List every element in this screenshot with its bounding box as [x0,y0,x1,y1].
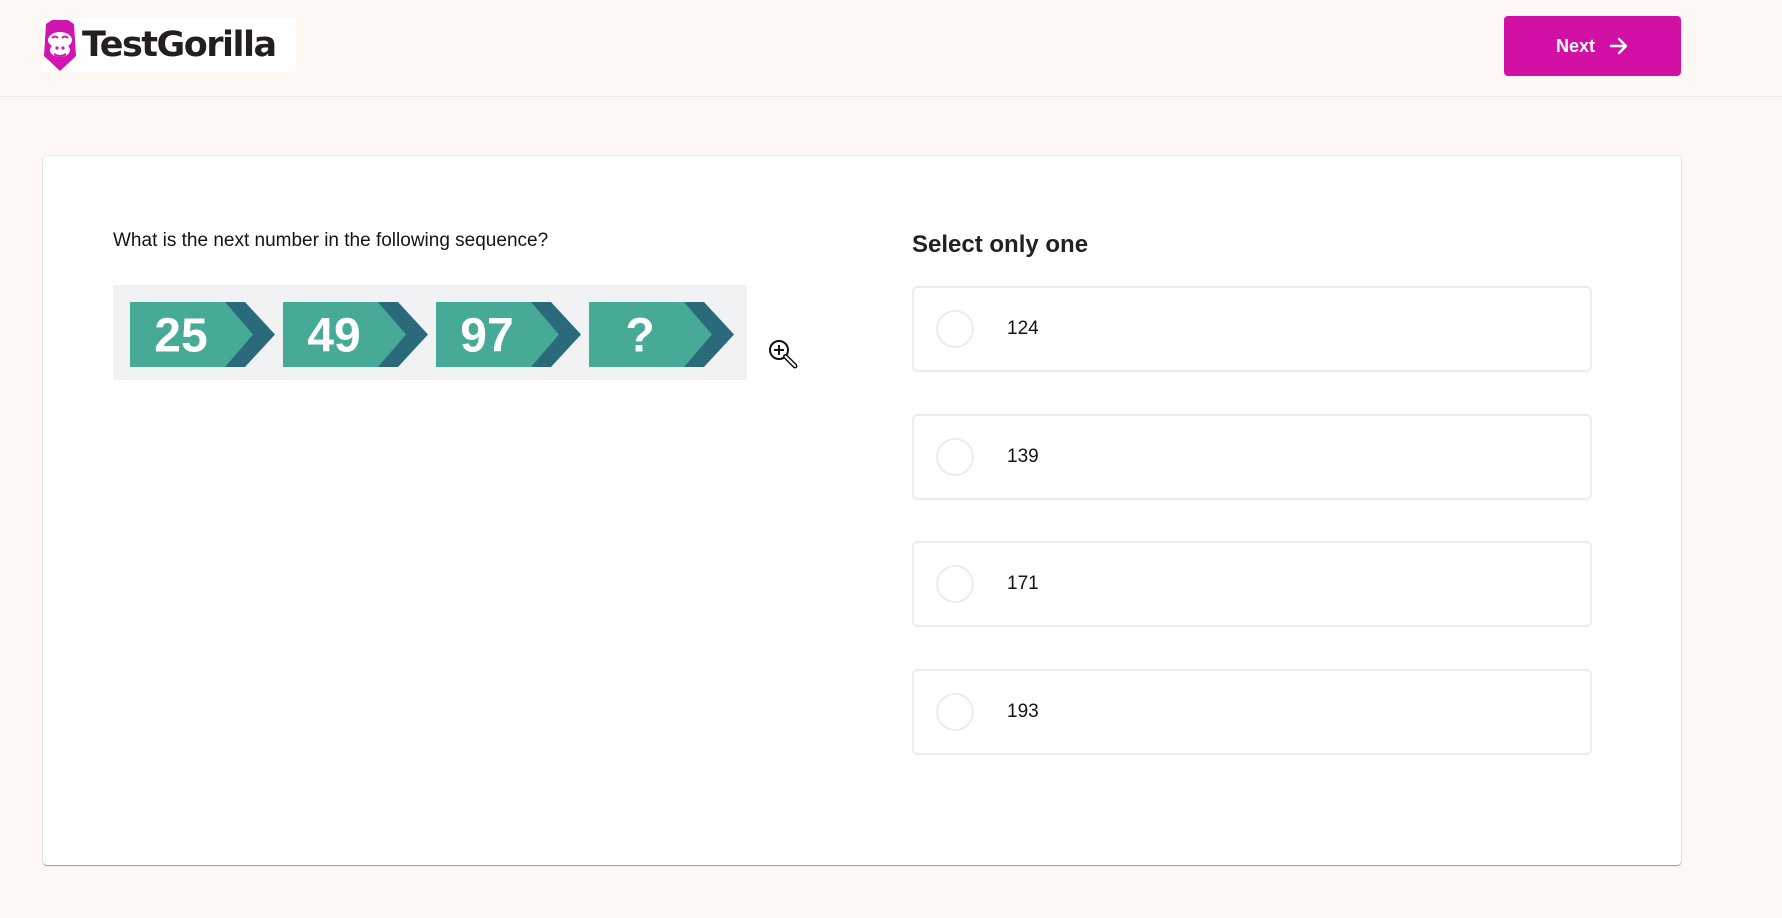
question-prompt: What is the next number in the following… [113,230,549,251]
sequence-item: 49 [283,302,428,367]
radio-button[interactable] [936,438,974,476]
top-header: TestGorilla Next [0,0,1782,97]
sequence-item: ? [589,302,734,367]
sequence-graphic: 25 49 97? [130,302,734,367]
answer-option[interactable]: 139 [912,414,1592,500]
sequence-image: 25 49 97? [113,285,747,380]
radio-button[interactable] [936,565,974,603]
radio-button[interactable] [936,310,974,348]
answer-instructions: Select only one [912,231,1089,258]
answer-option[interactable]: 124 [912,286,1592,372]
answer-option-label: 171 [1007,573,1039,594]
sequence-item: 25 [130,302,275,367]
answer-option[interactable]: 193 [912,669,1592,755]
next-button-label: Next [1555,35,1595,56]
question-card: What is the next number in the following… [43,156,1681,865]
answer-option-label: 139 [1007,446,1039,467]
sequence-value: ? [625,310,654,363]
sequence-value: 49 [307,310,360,363]
next-button[interactable]: Next [1504,16,1681,76]
sequence-value: 25 [154,310,207,363]
testgorilla-logo: TestGorilla [42,18,296,72]
answer-option[interactable]: 171 [912,541,1592,627]
radio-button[interactable] [936,693,974,731]
sequence-value: 97 [460,310,513,363]
answer-option-label: 124 [1007,318,1039,339]
sequence-item: 97 [436,302,581,367]
zoom-in-icon[interactable] [767,338,799,370]
arrow-right-icon [1609,37,1629,55]
gorilla-face-icon [42,18,78,72]
answer-option-label: 193 [1007,701,1039,722]
brand-name: TestGorilla [82,24,277,65]
